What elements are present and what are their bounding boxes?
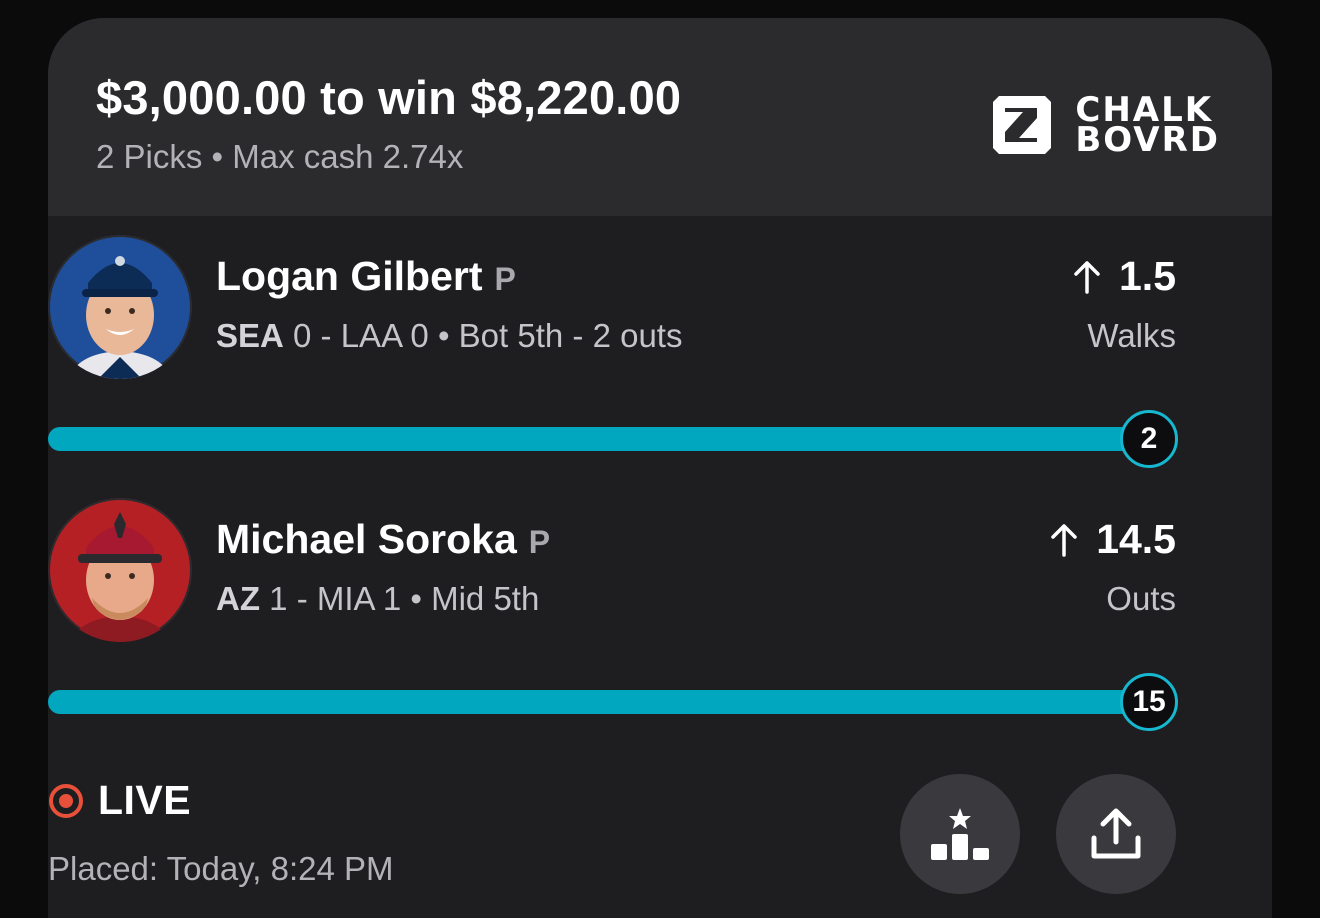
up-arrow-icon [1074, 260, 1100, 294]
player-position: P [528, 524, 551, 560]
progress-fill [48, 690, 1156, 714]
brand-line-2: BOVRD [1075, 120, 1220, 160]
player-team: SEA [216, 317, 284, 354]
bet-header: $3,000.00 to win $8,220.00 2 Picks • Max… [48, 18, 1272, 216]
wager-title: $3,000.00 to win $8,220.00 [96, 71, 682, 124]
current-stat-badge: 2 [1120, 410, 1178, 468]
stat-type: Outs [1106, 580, 1176, 617]
game-status: AZ 1 - MIA 1 • Mid 5th [216, 580, 539, 618]
player-name-text: Michael Soroka [216, 516, 517, 562]
pick-row[interactable]: Michael Soroka P AZ 1 - MIA 1 • Mid 5th 1… [48, 498, 1178, 731]
player-name-text: Logan Gilbert [216, 253, 483, 299]
progress-bar: 15 [48, 673, 1178, 731]
stat-type: Walks [1087, 317, 1176, 354]
share-button[interactable] [1056, 774, 1176, 894]
line-value: 1.5 [1119, 253, 1176, 299]
player-name: Logan Gilbert P [216, 253, 516, 300]
game-score: 1 - MIA 1 • Mid 5th [260, 580, 540, 617]
share-icon [1091, 808, 1141, 859]
player-position: P [494, 261, 516, 297]
player-name: Michael Soroka P [216, 516, 550, 563]
current-stat-badge: 15 [1120, 673, 1178, 731]
podium-icon [931, 808, 989, 860]
game-status: SEA 0 - LAA 0 • Bot 5th - 2 outs [216, 317, 682, 355]
leaderboard-button[interactable] [900, 774, 1020, 894]
progress-bar: 2 [48, 410, 1178, 468]
game-score: 0 - LAA 0 • Bot 5th - 2 outs [283, 317, 683, 354]
pick-row[interactable]: Logan Gilbert P SEA 0 - LAA 0 • Bot 5th -… [48, 235, 1178, 468]
live-indicator-icon [49, 783, 83, 818]
player-avatar [48, 498, 192, 642]
chalkboard-logo: CHALK BOVRD [991, 93, 1220, 160]
up-arrow-icon [1051, 523, 1077, 557]
live-label: LIVE [98, 777, 192, 823]
wager-subtitle: 2 Picks • Max cash 2.74x [96, 138, 464, 175]
player-avatar [48, 235, 192, 379]
live-status: LIVE [48, 777, 191, 824]
progress-fill [48, 427, 1156, 451]
pick-line: 14.5 [1050, 516, 1176, 563]
player-team: AZ [216, 580, 260, 617]
placed-timestamp: Placed: Today, 8:24 PM [48, 850, 394, 887]
line-value: 14.5 [1096, 516, 1176, 562]
pick-line: 1.5 [1073, 253, 1176, 300]
chalkboard-logo-icon [993, 96, 1052, 154]
